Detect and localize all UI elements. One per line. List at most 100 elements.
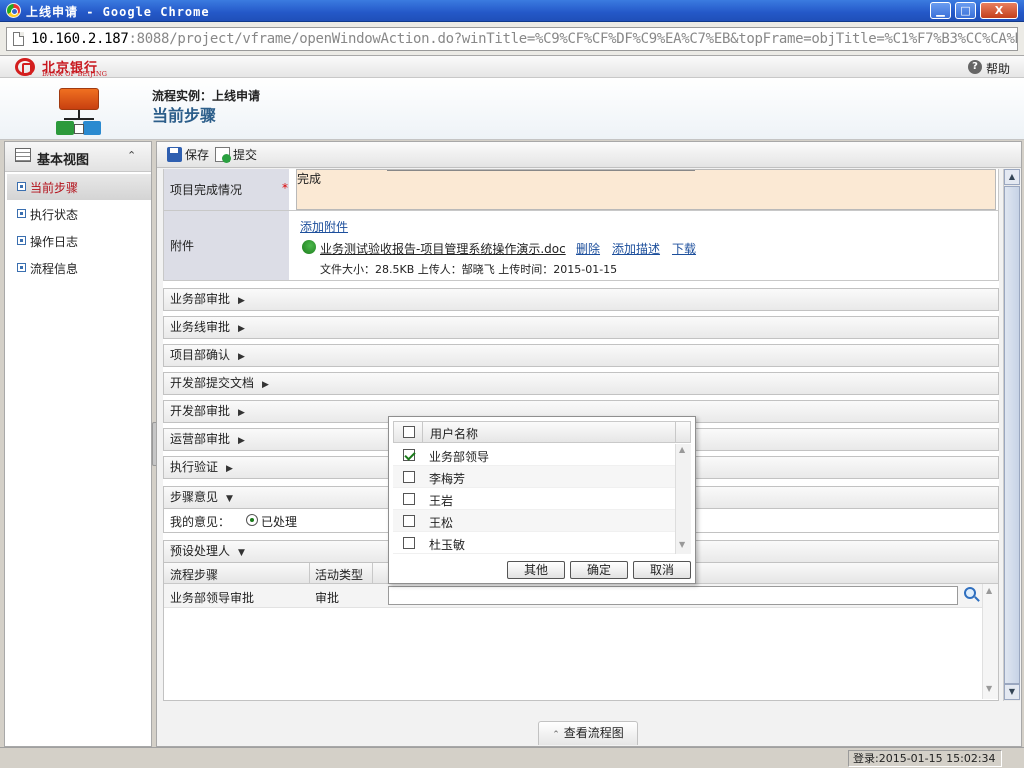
add-attachment-link[interactable]: 添加附件: [300, 218, 348, 235]
url-host: 10.160.2.187: [31, 31, 129, 47]
user-row[interactable]: 王松: [393, 510, 675, 532]
completion-label: 项目完成情况: [170, 183, 243, 197]
type-cell: 审批: [315, 591, 340, 605]
help-link[interactable]: 帮助: [986, 60, 1010, 77]
square-bullet-icon: [17, 209, 26, 218]
address-bar: 10.160.2.187:8088/project/vframe/openWin…: [0, 22, 1024, 56]
sidebar-item-flow-info[interactable]: 流程信息: [7, 255, 151, 281]
scroll-up-icon[interactable]: ▲: [986, 586, 992, 595]
completion-textarea[interactable]: 完成: [296, 169, 996, 210]
submit-button[interactable]: 提交: [215, 146, 257, 164]
download-link[interactable]: 下载: [672, 240, 696, 257]
status-bar: 登录:2015-01-15 15:02:34: [0, 747, 1024, 768]
other-button[interactable]: 其他: [507, 561, 565, 579]
scroll-down-icon[interactable]: ▼: [1004, 684, 1020, 700]
table-row: 业务部领导审批 审批: [164, 584, 998, 608]
user-name: 杜玉敏: [429, 538, 466, 552]
completion-value: 完成: [297, 172, 322, 186]
user-checkbox[interactable]: [403, 449, 415, 461]
user-row[interactable]: 杜玉敏: [393, 532, 675, 554]
workflow-icon: [56, 88, 102, 136]
page-header: 流程实例：上线申请 当前步骤: [0, 78, 1024, 140]
maximize-button[interactable]: □: [955, 2, 976, 19]
expand-arrow-icon: ▶: [238, 408, 245, 418]
my-opinion-label: 我的意见：: [170, 515, 231, 529]
delete-attachment-link[interactable]: 删除: [576, 240, 600, 257]
collapse-arrow-icon: ▼: [226, 494, 233, 504]
section-business-dept-approval[interactable]: 业务部审批 ▶: [163, 288, 999, 311]
column-header: 流程步骤: [170, 568, 219, 582]
attachment-label: 附件: [170, 239, 195, 253]
cancel-button[interactable]: 取消: [633, 561, 691, 579]
main-scrollbar[interactable]: ▲ ▼: [1003, 169, 1020, 701]
bank-logo-icon: [15, 58, 35, 76]
scroll-thumb[interactable]: [1004, 186, 1020, 684]
view-flowchart-label: 查看流程图: [563, 726, 624, 740]
attachment-label-cell: 附件: [164, 211, 290, 280]
save-button[interactable]: 保存: [167, 146, 209, 164]
opinion-radio[interactable]: [246, 514, 258, 526]
view-flowchart-button[interactable]: ⌃ 查看流程图: [538, 721, 638, 745]
ok-button[interactable]: 确定: [570, 561, 628, 579]
completion-row: 项目完成情况 * 完成: [163, 169, 999, 211]
table-scrollbar[interactable]: ▲ ▼: [982, 584, 998, 699]
sidebar-item-label: 操作日志: [30, 235, 79, 249]
user-checkbox[interactable]: [403, 493, 415, 505]
sidebar-item-label: 执行状态: [30, 208, 79, 222]
sidebar-item-current-step[interactable]: 当前步骤: [7, 174, 151, 200]
opinion-option-label: 已处理: [261, 515, 298, 529]
expand-arrow-icon: ▶: [238, 324, 245, 334]
close-button[interactable]: X: [980, 2, 1018, 19]
url-text[interactable]: 10.160.2.187:8088/project/vframe/openWin…: [31, 31, 1018, 47]
user-name: 王岩: [429, 494, 454, 508]
bank-name-en: BANK OF BEIJING: [42, 70, 108, 78]
handler-input[interactable]: [388, 586, 958, 605]
chevrons-up-icon: ⌃: [552, 730, 560, 740]
user-name: 李梅芳: [429, 472, 466, 486]
section-dev-submit-docs[interactable]: 开发部提交文档 ▶: [163, 372, 999, 395]
user-row[interactable]: 王岩: [393, 488, 675, 510]
add-description-link[interactable]: 添加描述: [612, 240, 660, 257]
page-title: 当前步骤: [152, 106, 217, 125]
url-field[interactable]: 10.160.2.187:8088/project/vframe/openWin…: [6, 27, 1018, 51]
window-title: 上线申请 - Google Chrome: [26, 5, 210, 19]
collapse-arrow-icon: ▼: [238, 548, 245, 558]
column-header: 活动类型: [315, 568, 364, 582]
user-row[interactable]: 业务部领导: [393, 444, 675, 466]
sidebar-title: 基本视图: [37, 153, 90, 168]
search-icon[interactable]: [964, 587, 980, 602]
scroll-up-icon[interactable]: ▲: [679, 445, 685, 454]
scroll-up-icon[interactable]: ▲: [1004, 169, 1020, 185]
help-icon[interactable]: ?: [968, 60, 982, 74]
sidebar-item-op-log[interactable]: 操作日志: [7, 228, 151, 254]
attachment-file-icon: [302, 240, 316, 254]
user-checkbox[interactable]: [403, 537, 415, 549]
attachment-meta: 文件大小：28.5KB 上传人：郜晓飞 上传时间：2015-01-15: [320, 263, 618, 276]
sidebar-item-exec-status[interactable]: 执行状态: [7, 201, 151, 227]
submit-label: 提交: [233, 148, 258, 162]
minimize-button[interactable]: ▁: [930, 2, 951, 19]
section-project-dept-confirm[interactable]: 项目部确认 ▶: [163, 344, 999, 367]
user-row[interactable]: 李梅芳: [393, 466, 675, 488]
scroll-down-icon[interactable]: ▼: [986, 684, 992, 693]
user-name: 业务部领导: [429, 450, 490, 464]
user-checkbox[interactable]: [403, 471, 415, 483]
window-title-bar: 上线申请 - Google Chrome ▁ □ X: [0, 0, 1024, 22]
document-check-icon: [215, 147, 231, 163]
user-name: 王松: [429, 516, 454, 530]
completion-label-cell: 项目完成情况 *: [164, 169, 290, 210]
chevrons-up-icon[interactable]: ⌃: [127, 149, 136, 162]
attachment-row: 附件 添加附件 业务测试验收报告-项目管理系统操作演示.doc 删除 添加描述 …: [163, 211, 999, 281]
user-picker-popup: 用户名称 业务部领导 李梅芳 王岩 王松 杜玉敏 ▲ ▼ 其他 确定 取消: [388, 416, 696, 584]
section-business-line-approval[interactable]: 业务线审批 ▶: [163, 316, 999, 339]
attachment-file-link[interactable]: 业务测试验收报告-项目管理系统操作演示.doc: [320, 240, 566, 257]
url-path: :8088/project/vframe/openWindowAction.do…: [128, 31, 1018, 47]
brand-bar: 北京银行 BANK OF BEIJING ? 帮助: [0, 56, 1024, 78]
user-checkbox[interactable]: [403, 515, 415, 527]
scroll-down-icon[interactable]: ▼: [679, 540, 685, 549]
select-all-checkbox[interactable]: [403, 426, 415, 438]
save-label: 保存: [185, 148, 210, 162]
user-list-header: 用户名称: [393, 421, 691, 443]
login-status: 登录:2015-01-15 15:02:34: [848, 750, 1002, 767]
user-list-scrollbar[interactable]: ▲ ▼: [675, 444, 691, 554]
